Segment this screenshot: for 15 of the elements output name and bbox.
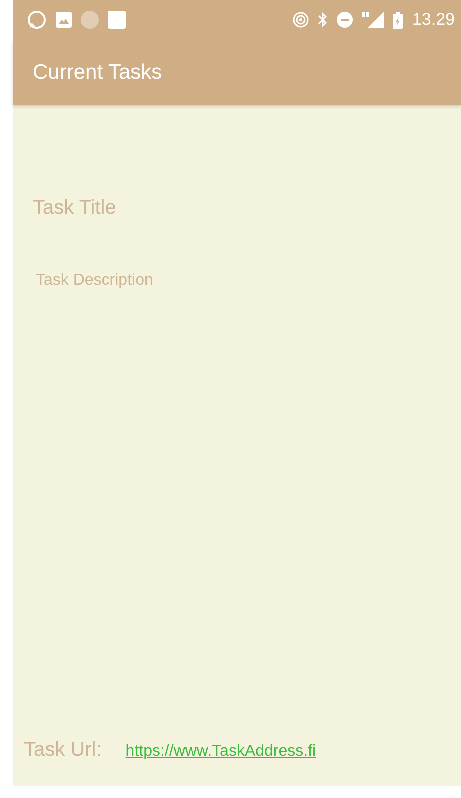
image-icon — [56, 12, 72, 28]
task-url-link[interactable]: https://www.TaskAddress.fi — [126, 743, 316, 761]
chat-bubble-icon — [27, 10, 47, 30]
status-time: 13.29 — [412, 10, 455, 30]
task-title: Task Title — [33, 197, 116, 220]
bluetooth-icon — [318, 12, 328, 28]
task-description: Task Description — [36, 272, 154, 290]
signal-icon — [362, 12, 384, 28]
circle-icon — [81, 11, 99, 29]
square-icon — [108, 11, 126, 29]
app-title: Current Tasks — [33, 60, 162, 84]
do-not-disturb-icon — [337, 12, 354, 28]
task-url-label: Task Url: — [24, 739, 102, 762]
battery-icon — [393, 12, 404, 28]
hotspot-icon — [293, 12, 310, 28]
